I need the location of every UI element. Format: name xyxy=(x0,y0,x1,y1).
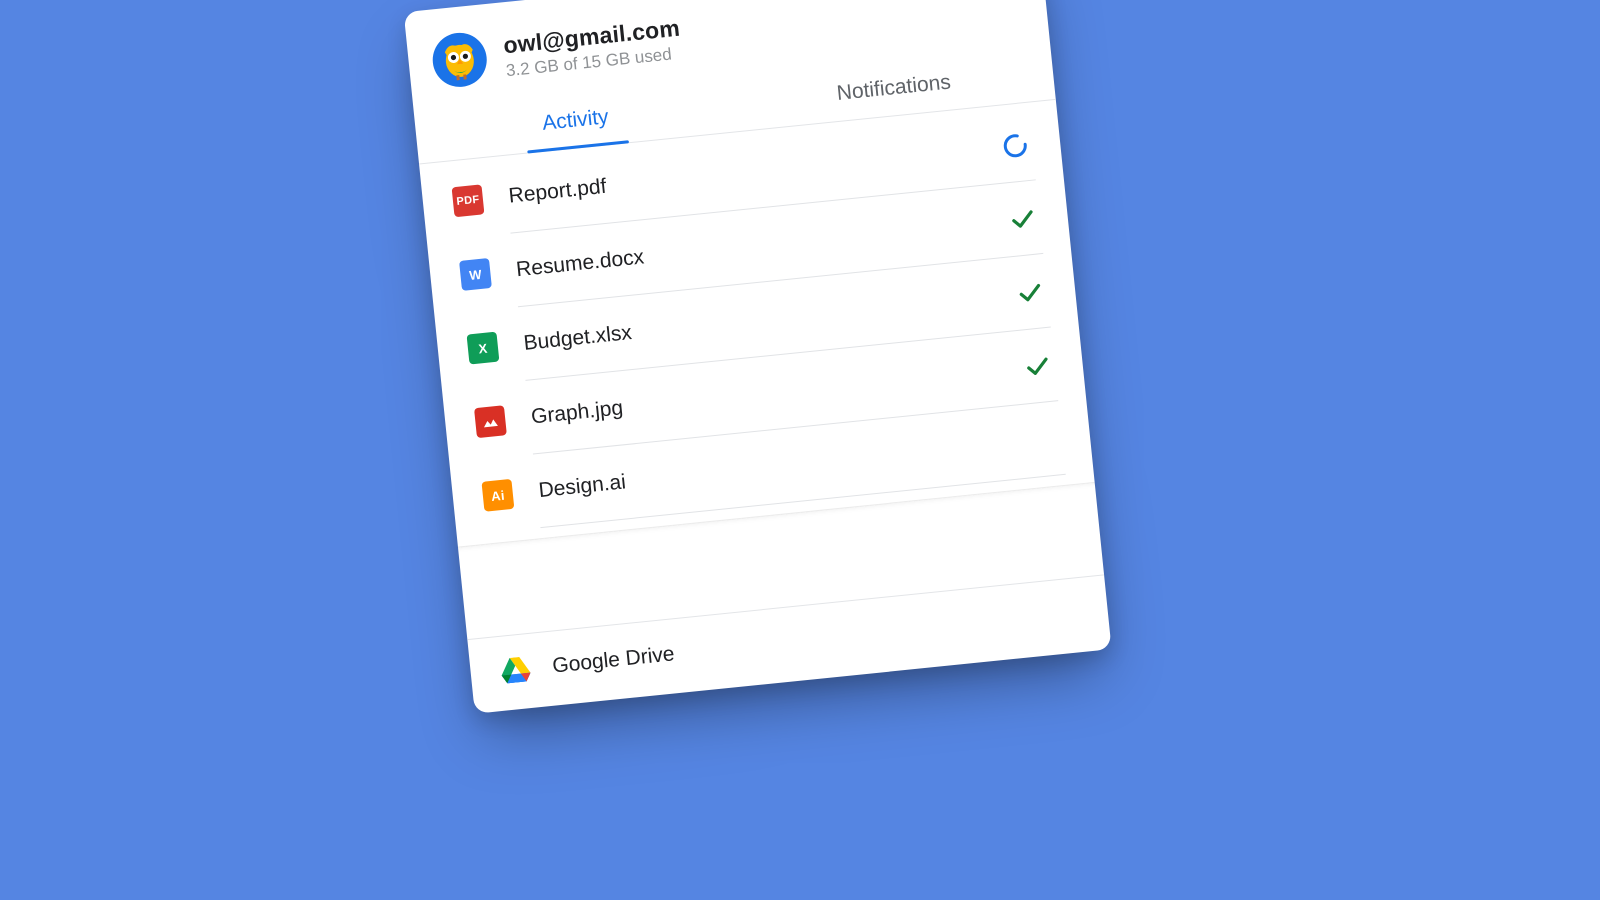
account-info: owl@gmail.com 3.2 GB of 15 GB used xyxy=(502,15,683,82)
drive-activity-card: owl@gmail.com 3.2 GB of 15 GB used Activ… xyxy=(404,0,1112,714)
file-status-done xyxy=(1014,276,1047,309)
image-glyph-icon xyxy=(479,411,501,433)
pdf-file-icon: PDF xyxy=(452,184,485,217)
activity-list: PDF Report.pdf W Resume.docx xyxy=(419,100,1095,547)
footer-label: Google Drive xyxy=(551,642,675,678)
file-status-uploading xyxy=(999,129,1032,162)
excel-file-icon: X xyxy=(467,332,500,365)
google-drive-logo-icon xyxy=(499,656,531,685)
word-file-icon: W xyxy=(459,258,492,291)
checkmark-icon xyxy=(1015,277,1046,308)
image-file-icon xyxy=(474,405,507,438)
checkmark-icon xyxy=(1022,351,1053,382)
checkmark-icon xyxy=(1007,203,1038,234)
owl-icon xyxy=(437,37,483,83)
loading-spinner-icon xyxy=(1000,130,1031,161)
file-status-done xyxy=(1021,350,1054,383)
account-avatar[interactable] xyxy=(430,30,489,89)
file-status-none xyxy=(1029,423,1062,456)
file-status-done xyxy=(1006,202,1039,235)
illustrator-file-icon: Ai xyxy=(481,479,514,512)
